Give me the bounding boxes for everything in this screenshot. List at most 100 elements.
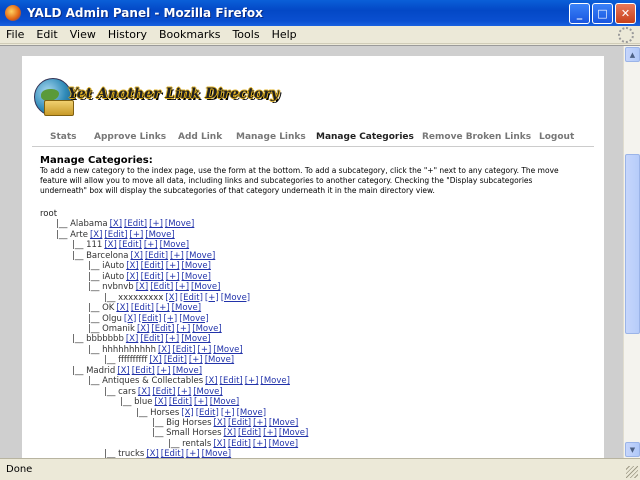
add-subcategory-link[interactable]: [+] xyxy=(245,376,259,386)
edit-link[interactable]: [Edit] xyxy=(164,355,187,365)
move-link[interactable]: [Move] xyxy=(269,439,298,449)
delete-link[interactable]: [X] xyxy=(205,376,217,386)
menu-help[interactable]: Help xyxy=(266,28,303,41)
maximize-button[interactable]: □ xyxy=(592,3,613,24)
move-link[interactable]: [Move] xyxy=(191,282,220,292)
delete-link[interactable]: [X] xyxy=(117,366,129,376)
edit-link[interactable]: [Edit] xyxy=(220,376,243,386)
nav-logout[interactable]: Logout xyxy=(539,132,574,142)
edit-link[interactable]: [Edit] xyxy=(228,418,251,428)
edit-link[interactable]: [Edit] xyxy=(228,439,251,449)
nav-manage-links[interactable]: Manage Links xyxy=(236,132,306,142)
vertical-scrollbar[interactable]: ▲ ▼ xyxy=(623,46,640,459)
add-subcategory-link[interactable]: [+] xyxy=(189,355,203,365)
add-subcategory-link[interactable]: [+] xyxy=(177,387,191,397)
edit-link[interactable]: [Edit] xyxy=(124,219,147,229)
move-link[interactable]: [Move] xyxy=(192,324,221,334)
move-link[interactable]: [Move] xyxy=(210,397,239,407)
delete-link[interactable]: [X] xyxy=(116,303,128,313)
delete-link[interactable]: [X] xyxy=(110,219,122,229)
move-link[interactable]: [Move] xyxy=(160,240,189,250)
resize-grip-icon[interactable] xyxy=(626,466,638,478)
move-link[interactable]: [Move] xyxy=(269,418,298,428)
edit-link[interactable]: [Edit] xyxy=(119,240,142,250)
edit-link[interactable]: [Edit] xyxy=(145,251,168,261)
edit-link[interactable]: [Edit] xyxy=(140,334,163,344)
menu-view[interactable]: View xyxy=(64,28,102,41)
add-subcategory-link[interactable]: [+] xyxy=(194,397,208,407)
menu-edit[interactable]: Edit xyxy=(30,28,63,41)
delete-link[interactable]: [X] xyxy=(126,272,138,282)
add-subcategory-link[interactable]: [+] xyxy=(156,303,170,313)
delete-link[interactable]: [X] xyxy=(126,334,138,344)
move-link[interactable]: [Move] xyxy=(205,355,234,365)
delete-link[interactable]: [X] xyxy=(90,230,102,240)
edit-link[interactable]: [Edit] xyxy=(138,314,161,324)
add-subcategory-link[interactable]: [+] xyxy=(177,324,191,334)
move-link[interactable]: [Move] xyxy=(172,303,201,313)
delete-link[interactable]: [X] xyxy=(104,240,116,250)
delete-link[interactable]: [X] xyxy=(214,418,226,428)
delete-link[interactable]: [X] xyxy=(137,324,149,334)
add-subcategory-link[interactable]: [+] xyxy=(170,251,184,261)
edit-link[interactable]: [Edit] xyxy=(104,230,127,240)
add-subcategory-link[interactable]: [+] xyxy=(166,261,180,271)
add-subcategory-link[interactable]: [+] xyxy=(221,408,235,418)
add-subcategory-link[interactable]: [+] xyxy=(205,293,219,303)
scroll-down-icon[interactable]: ▼ xyxy=(625,442,640,457)
delete-link[interactable]: [X] xyxy=(136,282,148,292)
move-link[interactable]: [Move] xyxy=(279,428,308,438)
minimize-button[interactable]: _ xyxy=(569,3,590,24)
nav-add-link[interactable]: Add Link xyxy=(178,132,222,142)
delete-link[interactable]: [X] xyxy=(181,408,193,418)
delete-link[interactable]: [X] xyxy=(124,314,136,324)
delete-link[interactable]: [X] xyxy=(154,397,166,407)
scroll-up-icon[interactable]: ▲ xyxy=(625,47,640,62)
nav-stats[interactable]: Stats xyxy=(50,132,77,142)
menu-file[interactable]: File xyxy=(0,28,30,41)
add-subcategory-link[interactable]: [+] xyxy=(149,219,163,229)
delete-link[interactable]: [X] xyxy=(131,251,143,261)
move-link[interactable]: [Move] xyxy=(182,261,211,271)
move-link[interactable]: [Move] xyxy=(193,387,222,397)
edit-link[interactable]: [Edit] xyxy=(172,345,195,355)
scroll-thumb[interactable] xyxy=(625,154,640,334)
edit-link[interactable]: [Edit] xyxy=(150,282,173,292)
edit-link[interactable]: [Edit] xyxy=(169,397,192,407)
delete-link[interactable]: [X] xyxy=(158,345,170,355)
delete-link[interactable]: [X] xyxy=(224,428,236,438)
move-link[interactable]: [Move] xyxy=(213,345,242,355)
edit-link[interactable]: [Edit] xyxy=(141,261,164,271)
add-subcategory-link[interactable]: [+] xyxy=(130,230,144,240)
close-button[interactable]: ✕ xyxy=(615,3,636,24)
edit-link[interactable]: [Edit] xyxy=(152,387,175,397)
menu-tools[interactable]: Tools xyxy=(226,28,265,41)
delete-link[interactable]: [X] xyxy=(126,261,138,271)
edit-link[interactable]: [Edit] xyxy=(151,324,174,334)
add-subcategory-link[interactable]: [+] xyxy=(157,366,171,376)
move-link[interactable]: [Move] xyxy=(145,230,174,240)
add-subcategory-link[interactable]: [+] xyxy=(198,345,212,355)
edit-link[interactable]: [Edit] xyxy=(132,366,155,376)
menu-history[interactable]: History xyxy=(102,28,153,41)
delete-link[interactable]: [X] xyxy=(149,355,161,365)
add-subcategory-link[interactable]: [+] xyxy=(144,240,158,250)
nav-manage-categories[interactable]: Manage Categories xyxy=(316,132,414,142)
move-link[interactable]: [Move] xyxy=(165,219,194,229)
delete-link[interactable]: [X] xyxy=(213,439,225,449)
menu-bookmarks[interactable]: Bookmarks xyxy=(153,28,226,41)
add-subcategory-link[interactable]: [+] xyxy=(166,272,180,282)
add-subcategory-link[interactable]: [+] xyxy=(163,314,177,324)
add-subcategory-link[interactable]: [+] xyxy=(165,334,179,344)
move-link[interactable]: [Move] xyxy=(173,366,202,376)
edit-link[interactable]: [Edit] xyxy=(196,408,219,418)
delete-link[interactable]: [X] xyxy=(138,387,150,397)
move-link[interactable]: [Move] xyxy=(237,408,266,418)
move-link[interactable]: [Move] xyxy=(181,334,210,344)
edit-link[interactable]: [Edit] xyxy=(131,303,154,313)
delete-link[interactable]: [X] xyxy=(165,293,177,303)
move-link[interactable]: [Move] xyxy=(186,251,215,261)
add-subcategory-link[interactable]: [+] xyxy=(263,428,277,438)
nav-remove-broken-links[interactable]: Remove Broken Links xyxy=(422,132,531,142)
edit-link[interactable]: [Edit] xyxy=(238,428,261,438)
